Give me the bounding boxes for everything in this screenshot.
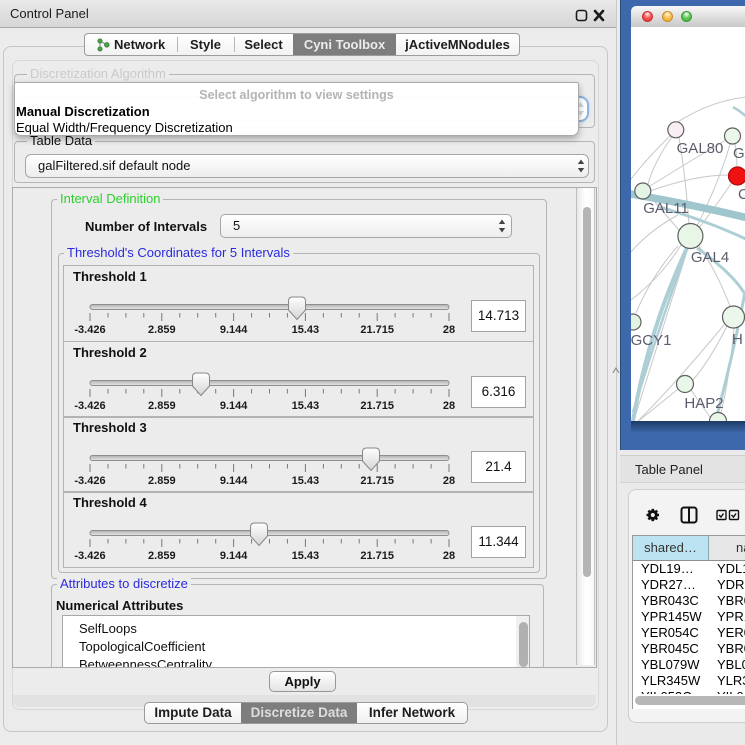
svg-text:GAL80: GAL80 — [677, 140, 724, 157]
svg-text:9.144: 9.144 — [220, 400, 248, 412]
svg-text:GAL4: GAL4 — [691, 249, 729, 266]
svg-text:21.715: 21.715 — [360, 475, 394, 487]
svg-text:9.144: 9.144 — [220, 550, 248, 562]
svg-text:9.144: 9.144 — [220, 324, 248, 336]
svg-text:28: 28 — [443, 400, 455, 412]
svg-text:21.715: 21.715 — [360, 400, 394, 412]
svg-text:21.715: 21.715 — [360, 324, 394, 336]
svg-text:-3.426: -3.426 — [74, 475, 105, 487]
svg-text:15.43: 15.43 — [292, 475, 320, 487]
svg-text:-3.426: -3.426 — [74, 550, 105, 562]
svg-text:HAP2: HAP2 — [684, 395, 723, 412]
svg-text:9.144: 9.144 — [220, 475, 248, 487]
svg-text:2.859: 2.859 — [148, 324, 176, 336]
svg-text:-3.426: -3.426 — [74, 324, 105, 336]
svg-text:C: C — [738, 186, 745, 203]
svg-text:2.859: 2.859 — [148, 475, 176, 487]
svg-text:GA: GA — [733, 145, 745, 162]
svg-text:15.43: 15.43 — [292, 400, 320, 412]
svg-text:2.859: 2.859 — [148, 400, 176, 412]
svg-text:GCY1: GCY1 — [631, 332, 671, 349]
svg-text:15.43: 15.43 — [292, 550, 320, 562]
svg-text:21.715: 21.715 — [360, 550, 394, 562]
svg-text:15.43: 15.43 — [292, 324, 320, 336]
svg-text:2.859: 2.859 — [148, 550, 176, 562]
svg-text:28: 28 — [443, 475, 455, 487]
svg-text:28: 28 — [443, 550, 455, 562]
svg-text:-3.426: -3.426 — [74, 400, 105, 412]
svg-text:H: H — [732, 331, 743, 348]
svg-text:28: 28 — [443, 324, 455, 336]
svg-text:GAL11: GAL11 — [643, 200, 689, 217]
